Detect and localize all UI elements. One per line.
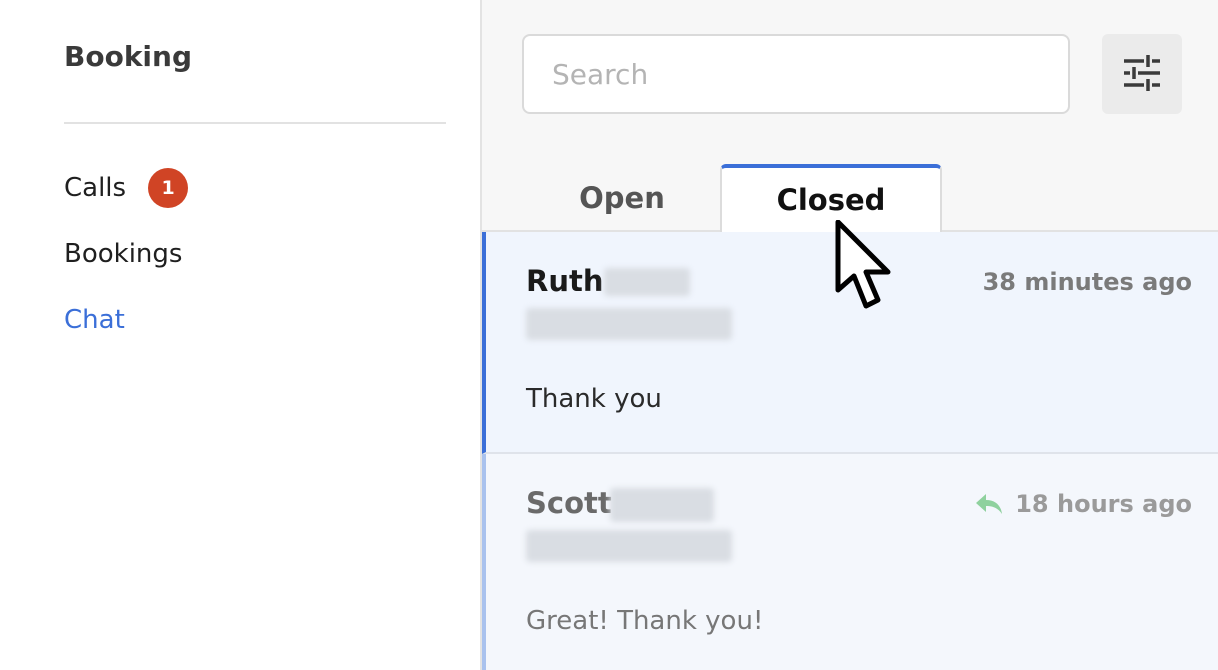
sliders-icon	[1122, 54, 1162, 94]
conversation-item[interactable]: Ruth 38 minutes ago Thank you	[482, 232, 1218, 454]
search-input[interactable]	[522, 34, 1070, 114]
calls-count-badge: 1	[148, 168, 189, 208]
sidebar-item-label: Chat	[64, 305, 125, 335]
app-window: Booking Calls 1 Bookings Chat Search Ope…	[0, 0, 1218, 670]
filter-button[interactable]	[1102, 34, 1182, 114]
conversation-time: 38 minutes ago	[983, 268, 1192, 296]
time-label: 18 hours ago	[1015, 490, 1192, 518]
redacted-last-name	[610, 488, 714, 522]
sidebar-item-chat[interactable]: Chat	[64, 298, 188, 342]
time-label: 38 minutes ago	[982, 268, 1192, 296]
reply-icon	[975, 492, 1003, 516]
tab-open[interactable]: Open	[542, 164, 702, 232]
sidebar-item-label: Bookings	[64, 239, 183, 269]
sidebar: Booking Calls 1 Bookings Chat	[0, 0, 480, 670]
sidebar-item-calls[interactable]: Calls 1	[64, 166, 189, 210]
sidebar-divider	[64, 122, 446, 124]
conversation-list: Ruth 38 minutes ago Thank you Scott 18 h…	[482, 232, 1218, 670]
conversation-item[interactable]: Scott 18 hours ago Great! Thank you!	[482, 454, 1218, 670]
tab-closed[interactable]: Closed	[720, 164, 942, 232]
redacted-phone-number	[526, 308, 732, 340]
last-message: Great! Thank you!	[526, 606, 764, 636]
conversation-time: 18 hours ago	[975, 490, 1192, 518]
contact-first-name: Ruth	[526, 264, 604, 298]
sidebar-item-bookings[interactable]: Bookings	[64, 232, 188, 276]
chat-panel: Open Closed Ruth 38 minutes ago Thank yo…	[480, 0, 1218, 670]
app-title: Booking	[64, 40, 193, 73]
sidebar-item-label: Calls	[64, 173, 127, 203]
last-message: Thank you	[526, 384, 662, 414]
contact-first-name: Scott	[526, 486, 612, 520]
redacted-phone-number	[526, 530, 732, 562]
sidebar-nav: Calls 1 Bookings Chat	[64, 166, 189, 364]
redacted-last-name	[604, 268, 690, 296]
